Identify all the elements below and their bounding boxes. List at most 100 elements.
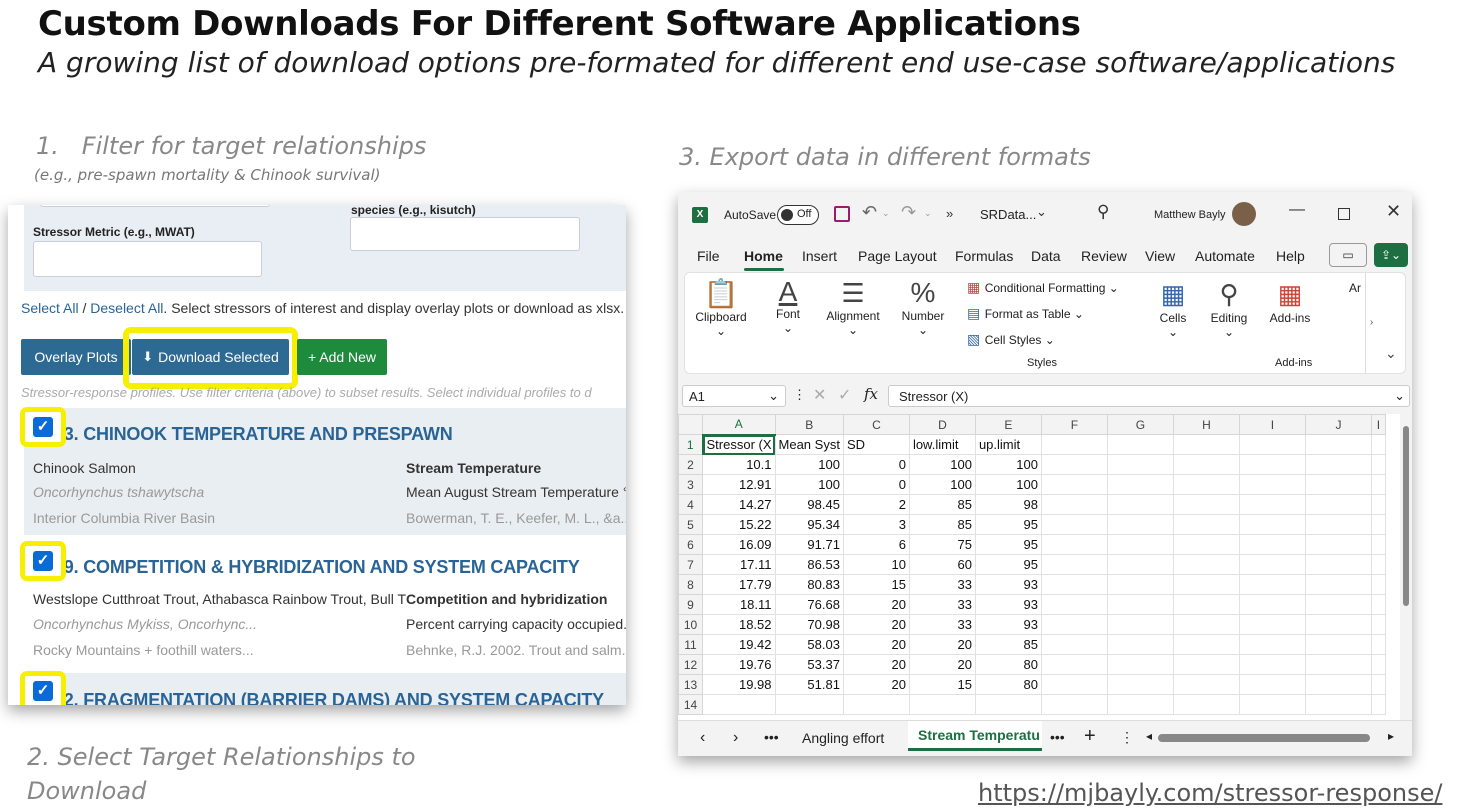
cells-group[interactable]: ▦ Cells ⌄ <box>1149 277 1197 339</box>
row-header[interactable]: 14 <box>678 694 703 715</box>
formula-input[interactable]: Stressor (X) ⌄ <box>888 385 1410 407</box>
close-icon[interactable]: ✕ <box>1386 201 1401 222</box>
cell-a10[interactable]: 18.52 <box>702 614 776 635</box>
cell-g2[interactable] <box>1106 454 1174 475</box>
horizontal-scroll-thumb[interactable] <box>1158 734 1370 742</box>
cell-f3[interactable] <box>1040 474 1108 495</box>
cell-f6[interactable] <box>1040 534 1108 555</box>
cell-j8[interactable] <box>1304 574 1372 595</box>
cell-j10[interactable] <box>1304 614 1372 635</box>
ribbon-scroll-right-icon[interactable]: › <box>1365 273 1377 373</box>
cell-a11[interactable]: 19.42 <box>702 634 776 655</box>
cell-c10[interactable]: 20 <box>842 614 910 635</box>
column-header[interactable]: D <box>908 414 976 435</box>
cell-f12[interactable] <box>1040 654 1108 675</box>
cell-b8[interactable]: 80.83 <box>774 574 844 595</box>
cell-c2[interactable]: 0 <box>842 454 910 475</box>
scroll-left-icon[interactable]: ◂ <box>1146 729 1152 743</box>
cell-e14[interactable] <box>974 694 1042 715</box>
enter-icon[interactable]: ✓ <box>838 385 851 405</box>
stressor-metric-input[interactable] <box>33 241 262 277</box>
cell-styles-button[interactable]: ▧ Cell Styles ⌄ <box>967 331 1055 349</box>
cell-j12[interactable] <box>1304 654 1372 675</box>
cell-d5[interactable]: 85 <box>908 514 976 535</box>
cell-h10[interactable] <box>1172 614 1240 635</box>
cell-h8[interactable] <box>1172 574 1240 595</box>
cell-j4[interactable] <box>1304 494 1372 515</box>
cell-h1[interactable] <box>1172 434 1240 455</box>
cell-d6[interactable]: 75 <box>908 534 976 555</box>
insert-function-icon[interactable]: fx <box>864 385 878 403</box>
cell-h13[interactable] <box>1172 674 1240 695</box>
cell-i6[interactable] <box>1238 534 1306 555</box>
cell-e5[interactable]: 95 <box>974 514 1042 535</box>
name-box[interactable]: A1 ⌄ <box>682 385 786 407</box>
cell-j11[interactable] <box>1304 634 1372 655</box>
autosave-toggle[interactable]: Off <box>777 205 819 225</box>
cell-c6[interactable]: 6 <box>842 534 910 555</box>
cell-f8[interactable] <box>1040 574 1108 595</box>
row-header[interactable]: 2 <box>678 454 703 475</box>
scroll-right-icon[interactable]: ▸ <box>1388 729 1394 743</box>
cell-e6[interactable]: 95 <box>974 534 1042 555</box>
sheet-tab-active[interactable]: Stream Temperatu <box>908 721 1042 751</box>
cell-d3[interactable]: 100 <box>908 474 976 495</box>
cell-d10[interactable]: 33 <box>908 614 976 635</box>
cell-f10[interactable] <box>1040 614 1108 635</box>
cell-f7[interactable] <box>1040 554 1108 575</box>
cell-j5[interactable] <box>1304 514 1372 535</box>
clipboard-group[interactable]: 📋 Clipboard ⌄ <box>691 277 751 338</box>
row-header[interactable]: 5 <box>678 514 703 535</box>
cell-c12[interactable]: 20 <box>842 654 910 675</box>
cell-d9[interactable]: 33 <box>908 594 976 615</box>
add-new-button[interactable]: + Add New <box>297 339 387 375</box>
row-header[interactable]: 10 <box>678 614 703 635</box>
cell-e13[interactable]: 80 <box>974 674 1042 695</box>
more-icon[interactable]: ⋮ <box>793 387 806 403</box>
minimize-icon[interactable]: — <box>1289 201 1305 219</box>
cell-f2[interactable] <box>1040 454 1108 475</box>
cell-d12[interactable]: 20 <box>908 654 976 675</box>
cell-b1[interactable]: Mean Syst <box>774 434 844 455</box>
cell-g9[interactable] <box>1106 594 1174 615</box>
row-header[interactable]: 9 <box>678 594 703 615</box>
menu-formulas[interactable]: Formulas <box>955 248 1013 264</box>
menu-insert[interactable]: Insert <box>802 248 837 264</box>
cell-f11[interactable] <box>1040 634 1108 655</box>
cell-b10[interactable]: 70.98 <box>774 614 844 635</box>
maximize-icon[interactable] <box>1338 208 1350 220</box>
cell-h7[interactable] <box>1172 554 1240 575</box>
cell-f13[interactable] <box>1040 674 1108 695</box>
cell-b5[interactable]: 95.34 <box>774 514 844 535</box>
cell-g12[interactable] <box>1106 654 1174 675</box>
column-header[interactable]: A <box>702 414 776 436</box>
cell-b13[interactable]: 51.81 <box>774 674 844 695</box>
cell-h14[interactable] <box>1172 694 1240 715</box>
row-header[interactable]: 1 <box>678 434 704 455</box>
cell-a3[interactable]: 12.91 <box>702 474 776 495</box>
cell-e8[interactable]: 93 <box>974 574 1042 595</box>
cell-a12[interactable]: 19.76 <box>702 654 776 675</box>
cell-j3[interactable] <box>1304 474 1372 495</box>
cell-c11[interactable]: 20 <box>842 634 910 655</box>
cell-g14[interactable] <box>1106 694 1174 715</box>
cell-c13[interactable]: 20 <box>842 674 910 695</box>
share-button[interactable]: ⇪⌄ <box>1374 243 1408 267</box>
cell-g3[interactable] <box>1106 474 1174 495</box>
cell-g4[interactable] <box>1106 494 1174 515</box>
cell-d2[interactable]: 100 <box>908 454 976 475</box>
vertical-scroll-thumb[interactable] <box>1403 426 1409 606</box>
number-group[interactable]: % Number ⌄ <box>895 277 951 337</box>
file-name[interactable]: SRData... <box>980 207 1036 222</box>
cell-j2[interactable] <box>1304 454 1372 475</box>
more-tabs-icon[interactable]: ••• <box>1050 729 1065 745</box>
cell-h3[interactable] <box>1172 474 1240 495</box>
cell-f5[interactable] <box>1040 514 1108 535</box>
cell-h6[interactable] <box>1172 534 1240 555</box>
cell-c14[interactable] <box>842 694 910 715</box>
analyze-button[interactable]: Ar <box>1349 281 1361 295</box>
species-input[interactable] <box>350 217 580 251</box>
cell-a2[interactable]: 10.1 <box>702 454 776 475</box>
cell-b7[interactable]: 86.53 <box>774 554 844 575</box>
options-icon[interactable]: ⋮ <box>1120 729 1134 746</box>
